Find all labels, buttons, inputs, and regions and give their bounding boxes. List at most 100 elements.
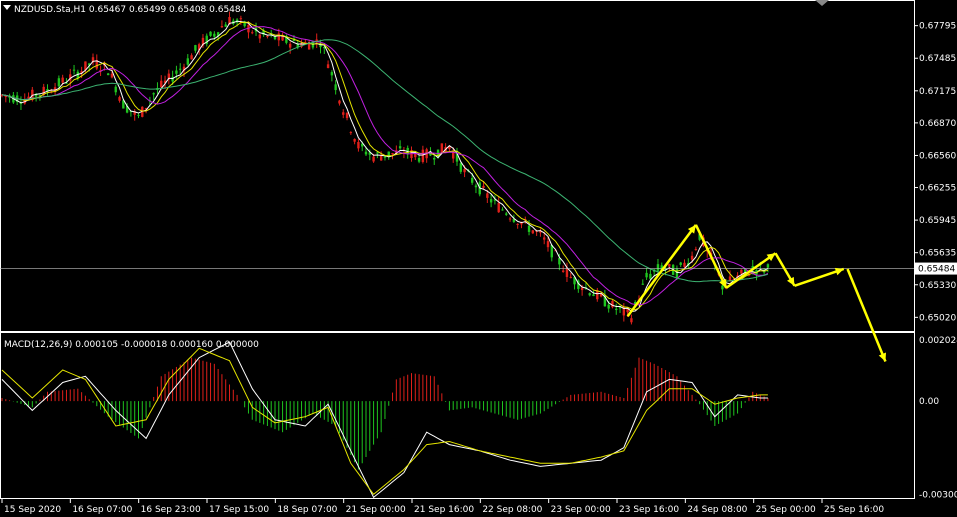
candle-body [486,193,489,198]
candle-body [679,262,682,265]
candle-body [607,304,610,309]
candle-body [349,132,353,134]
candle-body [588,293,591,296]
candle-body [288,43,292,48]
price-pane-frame [0,0,915,332]
candle-body [543,237,546,240]
candle-body [266,35,269,37]
price-tick-label: 0.65020 [919,313,956,323]
time-tick-label: 18 Sep 07:00 [277,505,337,515]
forecast-arrow-6 [846,268,887,362]
candle-body [615,308,618,311]
candle-body [175,70,178,74]
time-tick-label: 22 Sep 08:00 [482,505,542,515]
macd-signal-line [1,347,768,496]
candle-body [645,272,648,278]
candle-body [190,55,193,60]
candle-body [179,68,182,70]
candle-body [152,93,155,95]
price-tick-label: 0.67175 [919,87,956,97]
candle-body [239,18,243,20]
candle-body [433,157,436,160]
candle-body [668,264,671,267]
price-tick-label: 0.66870 [919,119,956,129]
candle-body [357,142,360,149]
candle-body [72,69,76,71]
candle-body [364,151,368,155]
candle-body [656,264,660,271]
candle-body [641,283,644,285]
macd-tick-label: -0.003007 [919,491,957,501]
macd-pane-frame [0,332,915,499]
candle-body [592,294,595,297]
candle-body [4,95,7,97]
candle-body [398,146,402,149]
candle-body [213,33,216,37]
candle-body [497,202,500,213]
candle-body [27,96,30,99]
candle-body [330,72,334,76]
time-tick-label: 16 Sep 07:00 [72,505,132,515]
candle-body [334,84,337,91]
price-tick-label: 0.67795 [919,22,956,32]
ma-fast-line [1,20,769,313]
candle-body [740,269,743,274]
candle-body [118,97,121,101]
candle-body [57,78,61,87]
candle-body [114,86,117,93]
candle-body [470,177,474,183]
time-tick-label: 17 Sep 15:00 [209,505,269,515]
candle-body [489,199,493,203]
time-tick-label: 16 Sep 23:00 [141,505,201,515]
candle-body [683,262,686,267]
candle-body [580,287,584,291]
candle-body [307,43,311,50]
candle-body [353,138,356,142]
candle-body [160,80,163,88]
candle-body [391,152,394,155]
candle-body [186,58,189,65]
candle-body [106,73,110,76]
candle-body [417,158,421,162]
candle-body [675,268,679,279]
candle-body [482,185,485,188]
candle-body [766,264,770,268]
candle-body [194,45,197,51]
time-tick-label: 24 Sep 08:00 [687,505,747,515]
candle-body [379,156,383,161]
candle-body [224,24,227,27]
candle-body [501,209,504,211]
forecast-arrow-1 [626,224,697,318]
candle-body [569,276,572,278]
ma-slow-line [1,26,769,306]
time-tick-label: 23 Sep 00:00 [551,505,611,515]
price-tick-label: 0.67485 [919,54,956,64]
chart-shift-marker-icon [815,0,829,6]
candle-body [630,318,633,323]
macd-tick-label: 0.002024 [919,336,957,346]
time-tick-label: 15 Sep 2020 [4,505,61,515]
time-tick-label: 25 Sep 16:00 [824,505,884,515]
mt4-chart-window: 0.67795 0.67485 0.67175 0.66870 0.66560 0.662… [0,0,957,517]
macd-line [1,341,768,499]
price-tick-label: 0.66255 [919,184,956,194]
candle-body [508,218,512,220]
price-tick-label: 0.65945 [919,216,956,226]
candle-body [220,26,224,28]
candle-body [209,31,212,36]
candle-body [440,143,444,153]
time-tick-label: 21 Sep 16:00 [414,505,474,515]
ma-long-line [1,39,769,283]
candle-body [721,285,724,290]
time-tick-label: 21 Sep 00:00 [346,505,406,515]
price-chart[interactable]: 0.67795 0.67485 0.67175 0.66870 0.66560 0.662… [0,0,957,517]
candle-body [531,230,535,234]
macd-tick-label: 0.00 [919,397,939,407]
candle-body [649,273,652,279]
candle-body [372,156,375,162]
candle-body [611,300,614,308]
price-tick-label: 0.65330 [919,281,956,291]
candle-body [414,153,417,158]
candle-body [338,100,341,104]
candle-body [342,112,345,115]
